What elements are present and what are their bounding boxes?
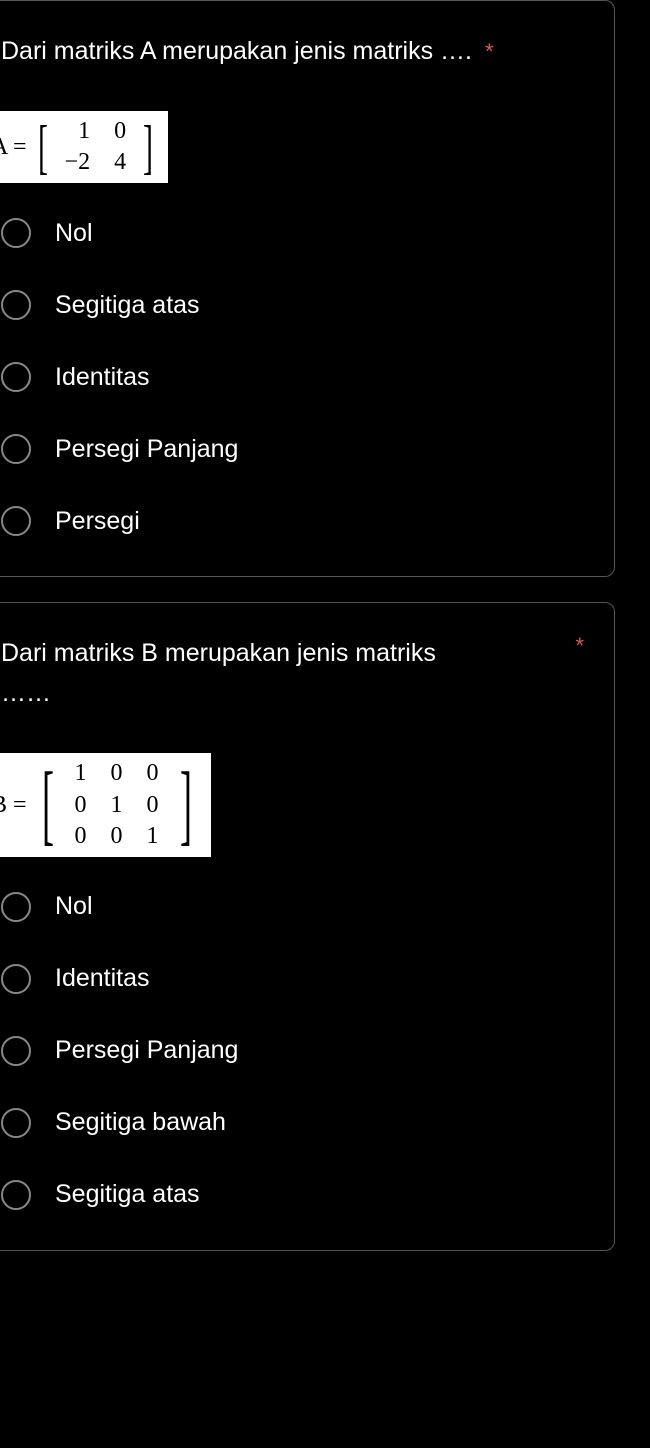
radio-icon: [1, 506, 31, 536]
bracket-right-icon: ]: [143, 120, 153, 174]
question-card-1: Dari matriks A merupakan jenis matriks ……: [0, 0, 615, 577]
radio-icon: [1, 964, 31, 994]
matrix-cell: 0: [63, 790, 99, 821]
option-label: Persegi Panjang: [55, 1036, 238, 1065]
option-label: Segitiga bawah: [55, 1108, 226, 1137]
matrix-cell: −2: [53, 147, 103, 178]
option-persegi-panjang[interactable]: Persegi Panjang: [1, 1036, 594, 1066]
question-text-content: Dari matriks A merupakan jenis matriks ……: [1, 37, 472, 65]
option-persegi-panjang[interactable]: Persegi Panjang: [1, 434, 594, 464]
option-identitas[interactable]: Identitas: [1, 964, 594, 994]
option-label: Nol: [55, 219, 93, 248]
radio-icon: [1, 1180, 31, 1210]
matrix-cell: 4: [102, 147, 138, 178]
matrix-cell: 1: [99, 790, 135, 821]
question-text-content: Dari matriks B merupakan jenis matriks ……: [1, 639, 436, 707]
radio-icon: [1, 290, 31, 320]
required-marker: *: [575, 633, 594, 659]
option-segitiga-atas[interactable]: Segitiga atas: [1, 1180, 594, 1210]
radio-icon: [1, 362, 31, 392]
required-marker: *: [485, 39, 494, 64]
options-group-2: Nol Identitas Persegi Panjang Segitiga b…: [1, 892, 594, 1210]
matrix-b-body: 1 0 0 0 1 0 0 0 1: [63, 758, 171, 852]
option-label: Persegi Panjang: [55, 435, 238, 464]
option-nol[interactable]: Nol: [1, 218, 594, 248]
radio-icon: [1, 1036, 31, 1066]
bracket-left-icon: [: [38, 120, 48, 174]
matrix-a-body: 1 0 −2 4: [53, 116, 139, 178]
matrix-cell: 1: [53, 116, 103, 147]
matrix-cell: 0: [135, 758, 171, 789]
option-label: Identitas: [55, 363, 150, 392]
matrix-cell: 1: [135, 821, 171, 852]
option-nol[interactable]: Nol: [1, 892, 594, 922]
question-card-2: Dari matriks B merupakan jenis matriks ……: [0, 602, 615, 1251]
option-segitiga-bawah[interactable]: Segitiga bawah: [1, 1108, 594, 1138]
matrix-cell: 0: [63, 821, 99, 852]
option-segitiga-atas[interactable]: Segitiga atas: [1, 290, 594, 320]
option-label: Identitas: [55, 964, 150, 993]
radio-icon: [1, 434, 31, 464]
radio-icon: [1, 1108, 31, 1138]
question-text: Dari matriks A merupakan jenis matriks ……: [1, 31, 594, 71]
option-label: Segitiga atas: [55, 291, 200, 320]
radio-icon: [1, 892, 31, 922]
question-header: Dari matriks A merupakan jenis matriks ……: [1, 31, 594, 71]
matrix-label: B =: [0, 792, 27, 819]
matrix-cell: 0: [102, 116, 138, 147]
matrix-label: A =: [0, 134, 27, 161]
bracket-left-icon: [: [42, 767, 54, 844]
bracket-right-icon: ]: [180, 767, 192, 844]
options-group-1: Nol Segitiga atas Identitas Persegi Panj…: [1, 218, 594, 536]
matrix-cell: 1: [63, 758, 99, 789]
option-persegi[interactable]: Persegi: [1, 506, 594, 536]
option-label: Persegi: [55, 507, 140, 536]
matrix-cell: 0: [99, 821, 135, 852]
matrix-b-image: B = [ 1 0 0 0 1 0 0 0 1: [0, 753, 211, 857]
question-header: Dari matriks B merupakan jenis matriks ……: [1, 633, 594, 713]
radio-icon: [1, 218, 31, 248]
question-text: Dari matriks B merupakan jenis matriks ……: [1, 633, 441, 713]
option-identitas[interactable]: Identitas: [1, 362, 594, 392]
matrix-a-image: A = [ 1 0 −2 4 ]: [0, 111, 168, 183]
option-label: Segitiga atas: [55, 1180, 200, 1209]
matrix-cell: 0: [99, 758, 135, 789]
matrix-cell: 0: [135, 790, 171, 821]
option-label: Nol: [55, 892, 93, 921]
